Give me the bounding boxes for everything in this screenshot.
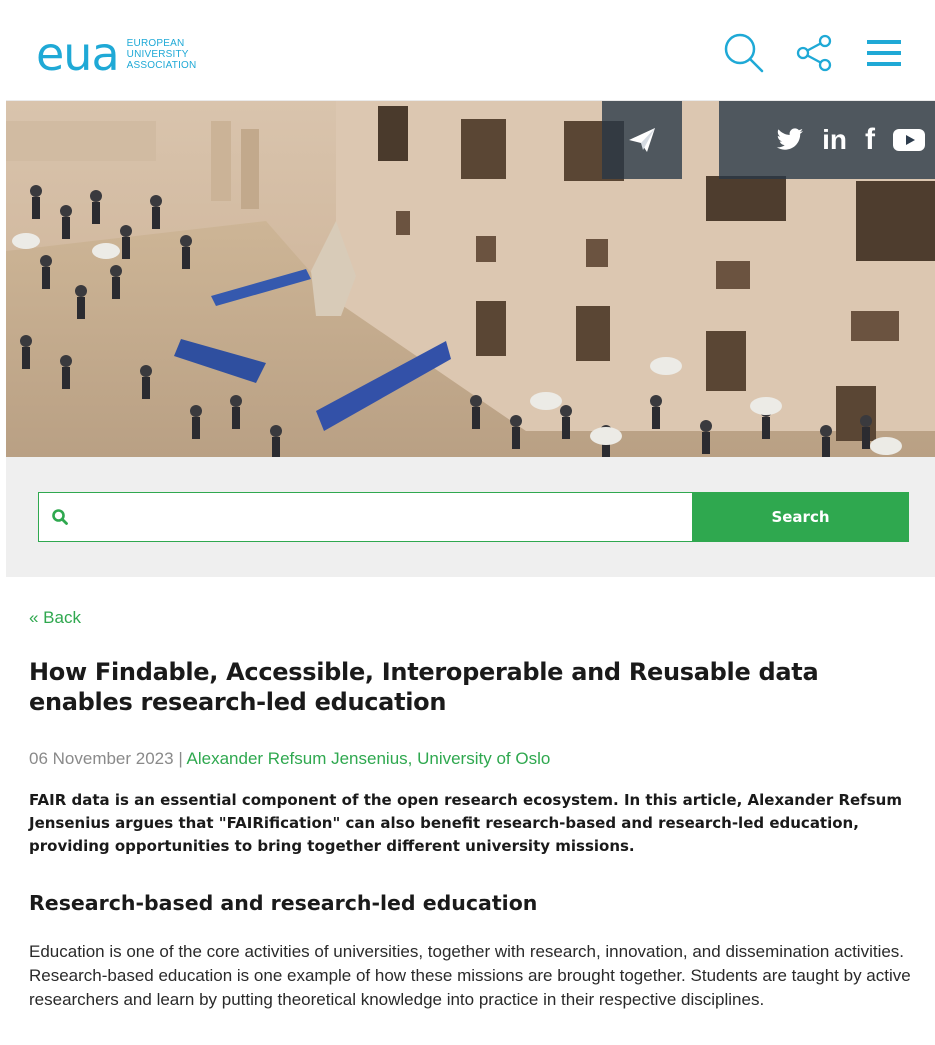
search-box bbox=[38, 492, 693, 542]
article-date: 06 November 2023 bbox=[29, 749, 174, 768]
logo-line-1: EUROPEAN bbox=[126, 37, 185, 49]
author-link[interactable]: Alexander Refsum Jensenius, University o… bbox=[187, 749, 551, 768]
send-icon bbox=[629, 128, 655, 152]
logo-mark: eua bbox=[36, 27, 120, 81]
share-icon[interactable] bbox=[791, 30, 837, 76]
eua-logo[interactable]: eua EUROPEAN UNIVERSITY ASSOCIATION bbox=[36, 27, 197, 81]
search-small-icon bbox=[52, 509, 68, 525]
search-input[interactable] bbox=[79, 494, 692, 540]
section-heading: Research-based and research-led educatio… bbox=[29, 891, 538, 915]
newsletter-send-button[interactable] bbox=[602, 101, 682, 179]
logo-line-2: UNIVERSITY bbox=[126, 48, 189, 60]
facebook-icon[interactable]: f bbox=[865, 123, 875, 157]
search-icon[interactable] bbox=[721, 30, 767, 76]
article-paragraph: Education is one of the core activities … bbox=[29, 942, 911, 1009]
menu-icon[interactable] bbox=[861, 30, 907, 76]
meta-separator: | bbox=[173, 749, 187, 768]
search-button[interactable]: Search bbox=[692, 492, 909, 542]
social-links-bar: in f bbox=[719, 101, 935, 179]
article-title: How Findable, Accessible, Interoperable … bbox=[29, 658, 819, 716]
back-link[interactable]: « Back bbox=[29, 608, 81, 628]
logo-text: EUROPEAN UNIVERSITY ASSOCIATION bbox=[127, 38, 197, 71]
header-icons bbox=[721, 30, 907, 76]
logo-line-3: ASSOCIATION bbox=[126, 59, 197, 71]
site-header: eua EUROPEAN UNIVERSITY ASSOCIATION bbox=[6, 8, 935, 101]
article-lead: FAIR data is an essential component of t… bbox=[29, 791, 902, 855]
linkedin-icon[interactable]: in bbox=[822, 124, 847, 156]
search-section: Search bbox=[6, 457, 935, 577]
twitter-icon[interactable] bbox=[776, 128, 804, 152]
hero-image: in f bbox=[6, 101, 935, 457]
youtube-icon[interactable] bbox=[893, 128, 925, 152]
article-meta: 06 November 2023 | Alexander Refsum Jens… bbox=[29, 749, 550, 769]
